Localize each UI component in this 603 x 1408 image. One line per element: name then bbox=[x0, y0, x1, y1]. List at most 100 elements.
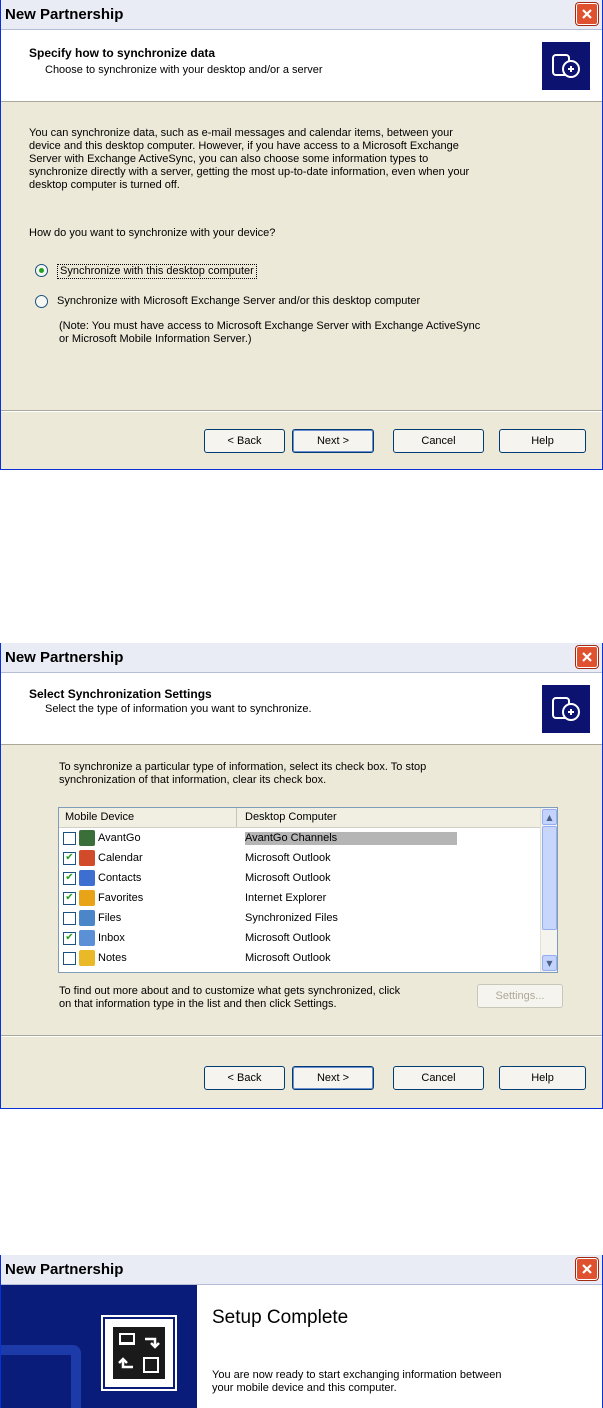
close-button[interactable] bbox=[576, 1258, 598, 1280]
radio-desktop-sync[interactable] bbox=[35, 264, 48, 277]
desktop-computer-label: Microsoft Outlook bbox=[245, 951, 331, 964]
favorites-icon bbox=[79, 890, 95, 906]
note-text: (Note: You must have access to Microsoft… bbox=[59, 320, 480, 346]
window-title: New Partnership bbox=[5, 6, 124, 23]
footer-divider bbox=[1, 1035, 602, 1037]
banner-decoration bbox=[1, 1345, 81, 1408]
intro-line: You can synchronize data, such as e-mail… bbox=[29, 127, 453, 139]
sync-checkbox[interactable] bbox=[63, 951, 76, 965]
mobile-device-label: Contacts bbox=[98, 871, 142, 884]
option-exchange-sync-label[interactable]: Synchronize with Microsoft Exchange Serv… bbox=[57, 295, 420, 308]
device-to-computer-icon bbox=[101, 1315, 177, 1391]
window-title: New Partnership bbox=[5, 649, 124, 666]
titlebar[interactable]: New Partnership bbox=[1, 643, 602, 673]
close-icon bbox=[582, 652, 592, 662]
mobile-device-label: Notes bbox=[98, 951, 127, 964]
desktop-computer-label: Internet Explorer bbox=[245, 891, 327, 904]
mobile-device-label: AvantGo bbox=[98, 831, 141, 844]
list-item[interactable]: Notes Microsoft Outlook bbox=[59, 948, 557, 968]
window-title: New Partnership bbox=[5, 1261, 124, 1278]
list-item[interactable]: ✔ Inbox Microsoft Outlook bbox=[59, 928, 557, 948]
wizard-header: Specify how to synchronize data Choose t… bbox=[1, 30, 602, 102]
next-button[interactable]: Next > bbox=[292, 1066, 374, 1090]
sync-checkbox[interactable]: ✔ bbox=[63, 871, 76, 885]
scroll-up-button[interactable]: ▲ bbox=[542, 809, 557, 825]
option-desktop-sync-label[interactable]: Synchronize with this desktop computer bbox=[57, 264, 257, 279]
note-line: or Microsoft Mobile Information Server.) bbox=[59, 333, 252, 345]
list-item[interactable]: ✔ Favorites Internet Explorer bbox=[59, 888, 557, 908]
list-item[interactable]: ✔ Contacts Microsoft Outlook bbox=[59, 868, 557, 888]
settings-button[interactable]: Settings... bbox=[477, 984, 563, 1008]
wizard-header: Select Synchronization Settings Select t… bbox=[1, 673, 602, 745]
cancel-button[interactable]: Cancel bbox=[393, 1066, 484, 1090]
dialog-specify-sync: New Partnership Specify how to synchroni… bbox=[0, 0, 603, 470]
settings-help-line: on that information type in the list and… bbox=[59, 998, 337, 1010]
back-button[interactable]: < Back bbox=[204, 429, 285, 453]
completion-message: You are now ready to start exchanging in… bbox=[212, 1369, 501, 1395]
help-button[interactable]: Help bbox=[499, 429, 586, 453]
back-button[interactable]: < Back bbox=[204, 1066, 285, 1090]
devices-sync-icon bbox=[542, 685, 590, 733]
avantgo-icon bbox=[79, 830, 95, 846]
footer-divider bbox=[1, 410, 602, 412]
settings-help-line: To find out more about and to customize … bbox=[59, 985, 401, 997]
close-icon bbox=[582, 1264, 592, 1274]
notes-icon bbox=[79, 950, 95, 966]
close-icon bbox=[582, 9, 592, 19]
side-banner bbox=[1, 1285, 197, 1408]
intro-text: You can synchronize data, such as e-mail… bbox=[29, 127, 589, 192]
sync-items-list[interactable]: Mobile Device Desktop Computer AvantGo Av… bbox=[58, 807, 558, 973]
desktop-computer-label: Synchronized Files bbox=[245, 911, 338, 924]
sync-checkbox[interactable] bbox=[63, 911, 76, 925]
sync-checkbox[interactable]: ✔ bbox=[63, 891, 76, 905]
mobile-device-label: Calendar bbox=[98, 851, 143, 864]
list-item[interactable]: AvantGo AvantGo Channels bbox=[59, 828, 557, 848]
cancel-button[interactable]: Cancel bbox=[393, 429, 484, 453]
close-button[interactable] bbox=[576, 3, 598, 25]
desktop-computer-label: Microsoft Outlook bbox=[245, 871, 331, 884]
scroll-down-button[interactable]: ▼ bbox=[542, 955, 557, 971]
column-header-mobile-device[interactable]: Mobile Device bbox=[59, 808, 237, 827]
desktop-computer-label: Microsoft Outlook bbox=[245, 851, 331, 864]
files-icon bbox=[79, 910, 95, 926]
next-button[interactable]: Next > bbox=[292, 429, 374, 453]
intro-line: device and this desktop computer. Howeve… bbox=[29, 140, 459, 152]
scroll-thumb[interactable] bbox=[542, 826, 557, 930]
sync-checkbox[interactable] bbox=[63, 831, 76, 845]
note-line: (Note: You must have access to Microsoft… bbox=[59, 320, 481, 332]
header-title: Specify how to synchronize data bbox=[29, 46, 216, 60]
mobile-device-label: Favorites bbox=[98, 891, 144, 904]
list-header: Mobile Device Desktop Computer bbox=[59, 808, 557, 828]
header-subtitle: Choose to synchronize with your desktop … bbox=[45, 64, 323, 76]
sync-checkbox[interactable]: ✔ bbox=[63, 931, 76, 945]
titlebar[interactable]: New Partnership bbox=[1, 0, 602, 30]
intro-line: synchronize directly with a server, gett… bbox=[29, 166, 470, 178]
titlebar[interactable]: New Partnership bbox=[1, 1255, 602, 1285]
intro-text: To synchronize a particular type of info… bbox=[59, 761, 426, 787]
dialog-select-sync-settings: New Partnership Select Synchronization S… bbox=[0, 643, 603, 1109]
vertical-scrollbar[interactable]: ▲ ▼ bbox=[540, 808, 557, 972]
completion-line: You are now ready to start exchanging in… bbox=[212, 1369, 502, 1381]
mobile-device-label: Files bbox=[98, 911, 122, 924]
intro-line: To synchronize a particular type of info… bbox=[59, 761, 427, 773]
column-header-desktop-computer[interactable]: Desktop Computer bbox=[237, 808, 537, 827]
settings-help-text: To find out more about and to customize … bbox=[59, 985, 400, 1011]
question-label: How do you want to synchronize with your… bbox=[29, 227, 276, 239]
calendar-icon bbox=[79, 850, 95, 866]
list-item[interactable]: ✔ Calendar Microsoft Outlook bbox=[59, 848, 557, 868]
setup-complete-heading: Setup Complete bbox=[212, 1307, 349, 1328]
inbox-icon bbox=[79, 930, 95, 946]
sync-checkbox[interactable]: ✔ bbox=[63, 851, 76, 865]
intro-line: Server with Exchange ActiveSync, you can… bbox=[29, 153, 429, 165]
radio-exchange-sync[interactable] bbox=[35, 295, 48, 308]
intro-line: synchronization of that information, cle… bbox=[59, 774, 327, 786]
help-button[interactable]: Help bbox=[499, 1066, 586, 1090]
desktop-computer-label: Microsoft Outlook bbox=[245, 931, 331, 944]
contacts-icon bbox=[79, 870, 95, 886]
completion-line: your mobile device and this computer. bbox=[212, 1382, 397, 1394]
dialog-setup-complete: New Partnership Setup Complete You are n… bbox=[0, 1255, 603, 1408]
header-title: Select Synchronization Settings bbox=[29, 687, 212, 701]
intro-line: desktop computer is turned off. bbox=[29, 179, 180, 191]
list-item[interactable]: Files Synchronized Files bbox=[59, 908, 557, 928]
close-button[interactable] bbox=[576, 646, 598, 668]
